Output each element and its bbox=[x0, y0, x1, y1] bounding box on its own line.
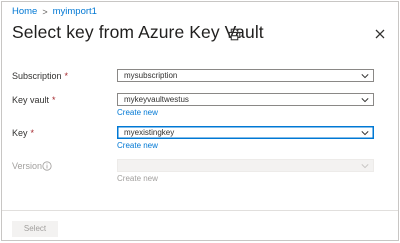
page-title: Select key from Azure Key Vault bbox=[12, 22, 264, 42]
chevron-down-icon bbox=[361, 98, 369, 103]
version-row: Version Create new bbox=[12, 159, 392, 189]
key-label: Key * bbox=[12, 128, 34, 138]
key-row: Key * myexistingkey Create new bbox=[12, 126, 392, 156]
chevron-down-icon bbox=[361, 74, 369, 79]
key-vault-dropdown[interactable]: mykeyvaultwestus bbox=[117, 93, 374, 106]
required-marker: * bbox=[30, 128, 35, 138]
breadcrumb-home-link[interactable]: Home bbox=[12, 6, 37, 17]
chevron-down-icon bbox=[361, 164, 369, 169]
blade-panel: Home > myimport1 Select key from Azure K… bbox=[1, 1, 399, 241]
version-create-new-link: Create new bbox=[117, 174, 158, 183]
subscription-value: mysubscription bbox=[124, 71, 178, 80]
subscription-label: Subscription * bbox=[12, 71, 68, 81]
key-vault-label: Key vault * bbox=[12, 95, 56, 105]
subscription-label-text: Subscription bbox=[12, 71, 62, 81]
breadcrumb-separator-icon: > bbox=[42, 6, 48, 17]
key-value: myexistingkey bbox=[124, 128, 175, 137]
required-marker: * bbox=[64, 71, 69, 81]
footer-divider bbox=[2, 210, 398, 211]
version-label-text: Version bbox=[12, 161, 43, 171]
subscription-dropdown[interactable]: mysubscription bbox=[117, 69, 374, 82]
key-create-new-link[interactable]: Create new bbox=[117, 141, 158, 150]
chevron-down-icon bbox=[361, 131, 369, 136]
breadcrumb-current-link[interactable]: myimport1 bbox=[53, 6, 97, 17]
key-vault-row: Key vault * mykeyvaultwestus Create new bbox=[12, 93, 392, 123]
required-marker: * bbox=[52, 95, 56, 105]
breadcrumb: Home > myimport1 bbox=[12, 6, 97, 17]
info-icon[interactable] bbox=[42, 161, 52, 171]
key-label-text: Key bbox=[12, 128, 28, 138]
close-icon[interactable] bbox=[374, 28, 386, 40]
key-vault-create-new-link[interactable]: Create new bbox=[117, 108, 158, 117]
key-dropdown[interactable]: myexistingkey bbox=[117, 126, 374, 139]
key-vault-label-text: Key vault bbox=[12, 95, 50, 105]
select-button[interactable]: Select bbox=[12, 221, 58, 237]
print-icon[interactable] bbox=[228, 28, 241, 41]
version-dropdown[interactable] bbox=[117, 159, 374, 172]
subscription-row: Subscription * mysubscription bbox=[12, 69, 392, 85]
version-label: Version bbox=[12, 161, 42, 171]
key-vault-value: mykeyvaultwestus bbox=[124, 95, 189, 104]
